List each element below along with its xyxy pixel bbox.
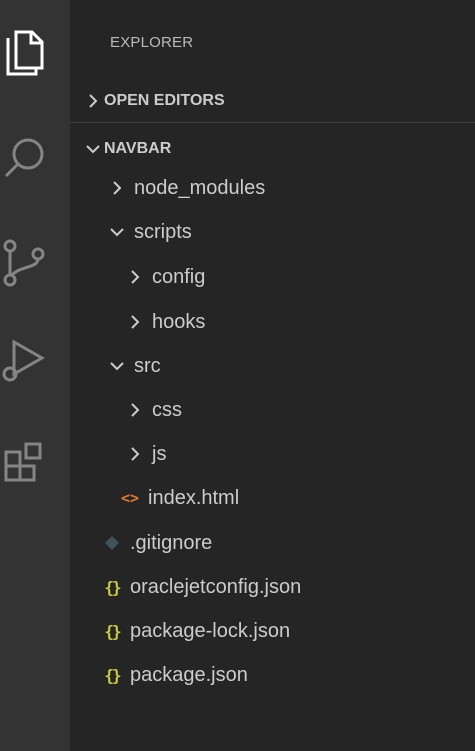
tree-item-scripts[interactable]: scripts (70, 211, 475, 253)
search-icon[interactable] (0, 118, 70, 188)
explorer-title: EXPLORER (110, 34, 194, 51)
tree-item-label: scripts (134, 220, 192, 243)
tree-item-label: package-lock.json (130, 619, 291, 642)
tree-item-js[interactable]: js (70, 433, 475, 475)
tree-item-label: .gitignore (130, 531, 213, 554)
run-debug-icon[interactable] (0, 320, 70, 390)
chevron-down-icon (82, 143, 104, 155)
open-editors-label: OPEN EDITORS (104, 92, 225, 109)
tree-item-package-json[interactable]: {} package.json (70, 654, 475, 696)
tree-item-hooks[interactable]: hooks (70, 301, 475, 343)
git-file-icon (100, 535, 124, 551)
tree-item-label: oraclejetconfig.json (130, 575, 302, 598)
chevron-right-icon (124, 446, 146, 462)
workspace-header[interactable]: NAVBAR (70, 132, 475, 166)
html-file-icon: <> (120, 489, 140, 507)
open-editors-header[interactable]: OPEN EDITORS (70, 84, 475, 118)
files-icon[interactable] (0, 10, 70, 80)
chevron-down-icon (106, 226, 128, 238)
tree-item-label: css (152, 398, 182, 421)
chevron-right-icon (82, 93, 104, 109)
json-file-icon: {} (104, 665, 121, 685)
json-file-icon: {} (104, 577, 121, 597)
tree-item-label: hooks (152, 310, 206, 333)
chevron-right-icon (124, 402, 146, 418)
tree-item-label: node_modules (134, 176, 266, 199)
tree-item-label: js (152, 442, 167, 465)
tree-item-src[interactable]: src (70, 345, 475, 387)
tree-item-label: index.html (148, 486, 240, 509)
tree-item-index-html[interactable]: <> index.html (70, 477, 475, 519)
source-control-icon[interactable] (0, 222, 70, 292)
tree-item-label: package.json (130, 663, 248, 686)
tree-item-gitignore[interactable]: .gitignore (70, 522, 475, 564)
tree-item-node-modules[interactable]: node_modules (70, 167, 475, 209)
tree-item-oraclejetconfig[interactable]: {} oraclejetconfig.json (70, 566, 475, 608)
chevron-down-icon (106, 360, 128, 372)
section-divider (70, 122, 475, 123)
workspace-label: NAVBAR (104, 140, 172, 157)
tree-item-config[interactable]: config (70, 256, 475, 298)
json-file-icon: {} (104, 621, 121, 641)
tree-item-label: config (152, 265, 206, 288)
tree-item-package-lock[interactable]: {} package-lock.json (70, 610, 475, 652)
chevron-right-icon (124, 314, 146, 330)
tree-item-css[interactable]: css (70, 389, 475, 431)
chevron-right-icon (124, 269, 146, 285)
explorer-sidebar: EXPLORER OPEN EDITORS NAVBAR node_module… (70, 0, 475, 751)
extensions-icon[interactable] (0, 430, 70, 500)
activity-bar (0, 0, 70, 751)
vscode-window: EXPLORER OPEN EDITORS NAVBAR node_module… (0, 0, 475, 751)
tree-item-label: src (134, 354, 161, 377)
chevron-right-icon (106, 180, 128, 196)
